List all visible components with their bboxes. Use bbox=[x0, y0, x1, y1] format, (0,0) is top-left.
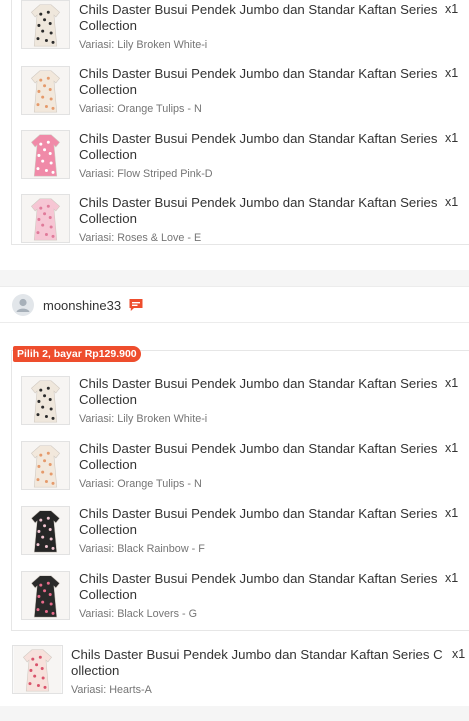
product-group: Chils Daster Busui Pendek Jumbo dan Stan… bbox=[11, 0, 469, 245]
product-thumbnail[interactable] bbox=[21, 194, 70, 243]
product-item[interactable]: Chils Daster Busui Pendek Jumbo dan Stan… bbox=[0, 636, 469, 706]
product-quantity: x1 bbox=[445, 441, 459, 455]
bundle-promo-badge: Pilih 2, bayar Rp129.900 bbox=[13, 346, 141, 362]
product-thumbnail[interactable] bbox=[21, 66, 70, 115]
product-thumbnail[interactable] bbox=[12, 645, 63, 694]
product-variant: Variasi: Lily Broken White-i bbox=[79, 39, 208, 51]
dress-image bbox=[14, 646, 61, 693]
product-quantity: x1 bbox=[445, 131, 459, 145]
product-item[interactable]: Chils Daster Busui Pendek Jumbo dan Stan… bbox=[12, 500, 469, 564]
product-variant: Variasi: Roses & Love - E bbox=[79, 232, 202, 244]
product-title[interactable]: Chils Daster Busui Pendek Jumbo dan Stan… bbox=[79, 441, 441, 472]
user-icon bbox=[16, 298, 30, 312]
product-thumbnail[interactable] bbox=[21, 441, 70, 490]
product-title[interactable]: Chils Daster Busui Pendek Jumbo dan Stan… bbox=[79, 506, 441, 537]
product-thumbnail[interactable] bbox=[21, 130, 70, 179]
product-quantity: x1 bbox=[445, 376, 459, 390]
product-item[interactable]: Chils Daster Busui Pendek Jumbo dan Stan… bbox=[12, 0, 469, 55]
dress-image bbox=[22, 67, 69, 114]
dress-image bbox=[22, 195, 69, 242]
product-title[interactable]: Chils Daster Busui Pendek Jumbo dan Stan… bbox=[79, 195, 441, 226]
product-quantity: x1 bbox=[445, 571, 459, 585]
product-quantity: x1 bbox=[445, 195, 459, 209]
product-title[interactable]: Chils Daster Busui Pendek Jumbo dan Stan… bbox=[71, 647, 443, 678]
product-title[interactable]: Chils Daster Busui Pendek Jumbo dan Stan… bbox=[79, 131, 441, 162]
dress-image bbox=[22, 131, 69, 178]
product-item[interactable]: Chils Daster Busui Pendek Jumbo dan Stan… bbox=[12, 371, 469, 435]
dress-image bbox=[22, 1, 69, 48]
product-quantity: x1 bbox=[452, 647, 466, 661]
product-quantity: x1 bbox=[445, 66, 459, 80]
dress-image bbox=[22, 507, 69, 554]
product-item[interactable]: Chils Daster Busui Pendek Jumbo dan Stan… bbox=[12, 120, 469, 184]
shop-avatar[interactable] bbox=[12, 294, 34, 316]
product-quantity: x1 bbox=[445, 506, 459, 520]
product-quantity: x1 bbox=[445, 2, 459, 16]
chat-icon[interactable] bbox=[128, 297, 144, 313]
product-thumbnail[interactable] bbox=[21, 571, 70, 620]
product-thumbnail[interactable] bbox=[21, 376, 70, 425]
product-thumbnail[interactable] bbox=[21, 0, 70, 49]
product-title[interactable]: Chils Daster Busui Pendek Jumbo dan Stan… bbox=[79, 571, 441, 602]
dress-image bbox=[22, 572, 69, 619]
product-item[interactable]: Chils Daster Busui Pendek Jumbo dan Stan… bbox=[12, 435, 469, 499]
product-variant: Variasi: Lily Broken White-i bbox=[79, 413, 208, 425]
shop-header[interactable]: moonshine33 bbox=[0, 286, 469, 323]
bundle-group: Chils Daster Busui Pendek Jumbo dan Stan… bbox=[11, 350, 469, 631]
order-card-top: Chils Daster Busui Pendek Jumbo dan Stan… bbox=[0, 0, 469, 270]
product-title[interactable]: Chils Daster Busui Pendek Jumbo dan Stan… bbox=[79, 66, 441, 97]
product-thumbnail[interactable] bbox=[21, 506, 70, 555]
product-item[interactable]: Chils Daster Busui Pendek Jumbo dan Stan… bbox=[12, 55, 469, 119]
product-variant: Variasi: Orange Tulips - N bbox=[79, 103, 202, 115]
product-title[interactable]: Chils Daster Busui Pendek Jumbo dan Stan… bbox=[79, 2, 441, 33]
order-card-bundle: Chils Daster Busui Pendek Jumbo dan Stan… bbox=[0, 323, 469, 636]
product-variant: Variasi: Black Rainbow - F bbox=[79, 543, 205, 555]
product-title[interactable]: Chils Daster Busui Pendek Jumbo dan Stan… bbox=[79, 376, 441, 407]
product-item[interactable]: Chils Daster Busui Pendek Jumbo dan Stan… bbox=[12, 564, 469, 628]
product-variant: Variasi: Flow Striped Pink-D bbox=[79, 168, 213, 180]
product-item[interactable]: Chils Daster Busui Pendek Jumbo dan Stan… bbox=[12, 184, 469, 248]
product-variant: Variasi: Black Lovers - G bbox=[79, 608, 198, 620]
dress-image bbox=[22, 442, 69, 489]
product-variant: Variasi: Hearts-A bbox=[71, 684, 152, 696]
shop-name[interactable]: moonshine33 bbox=[43, 298, 121, 313]
dress-image bbox=[22, 377, 69, 424]
product-variant: Variasi: Orange Tulips - N bbox=[79, 478, 202, 490]
